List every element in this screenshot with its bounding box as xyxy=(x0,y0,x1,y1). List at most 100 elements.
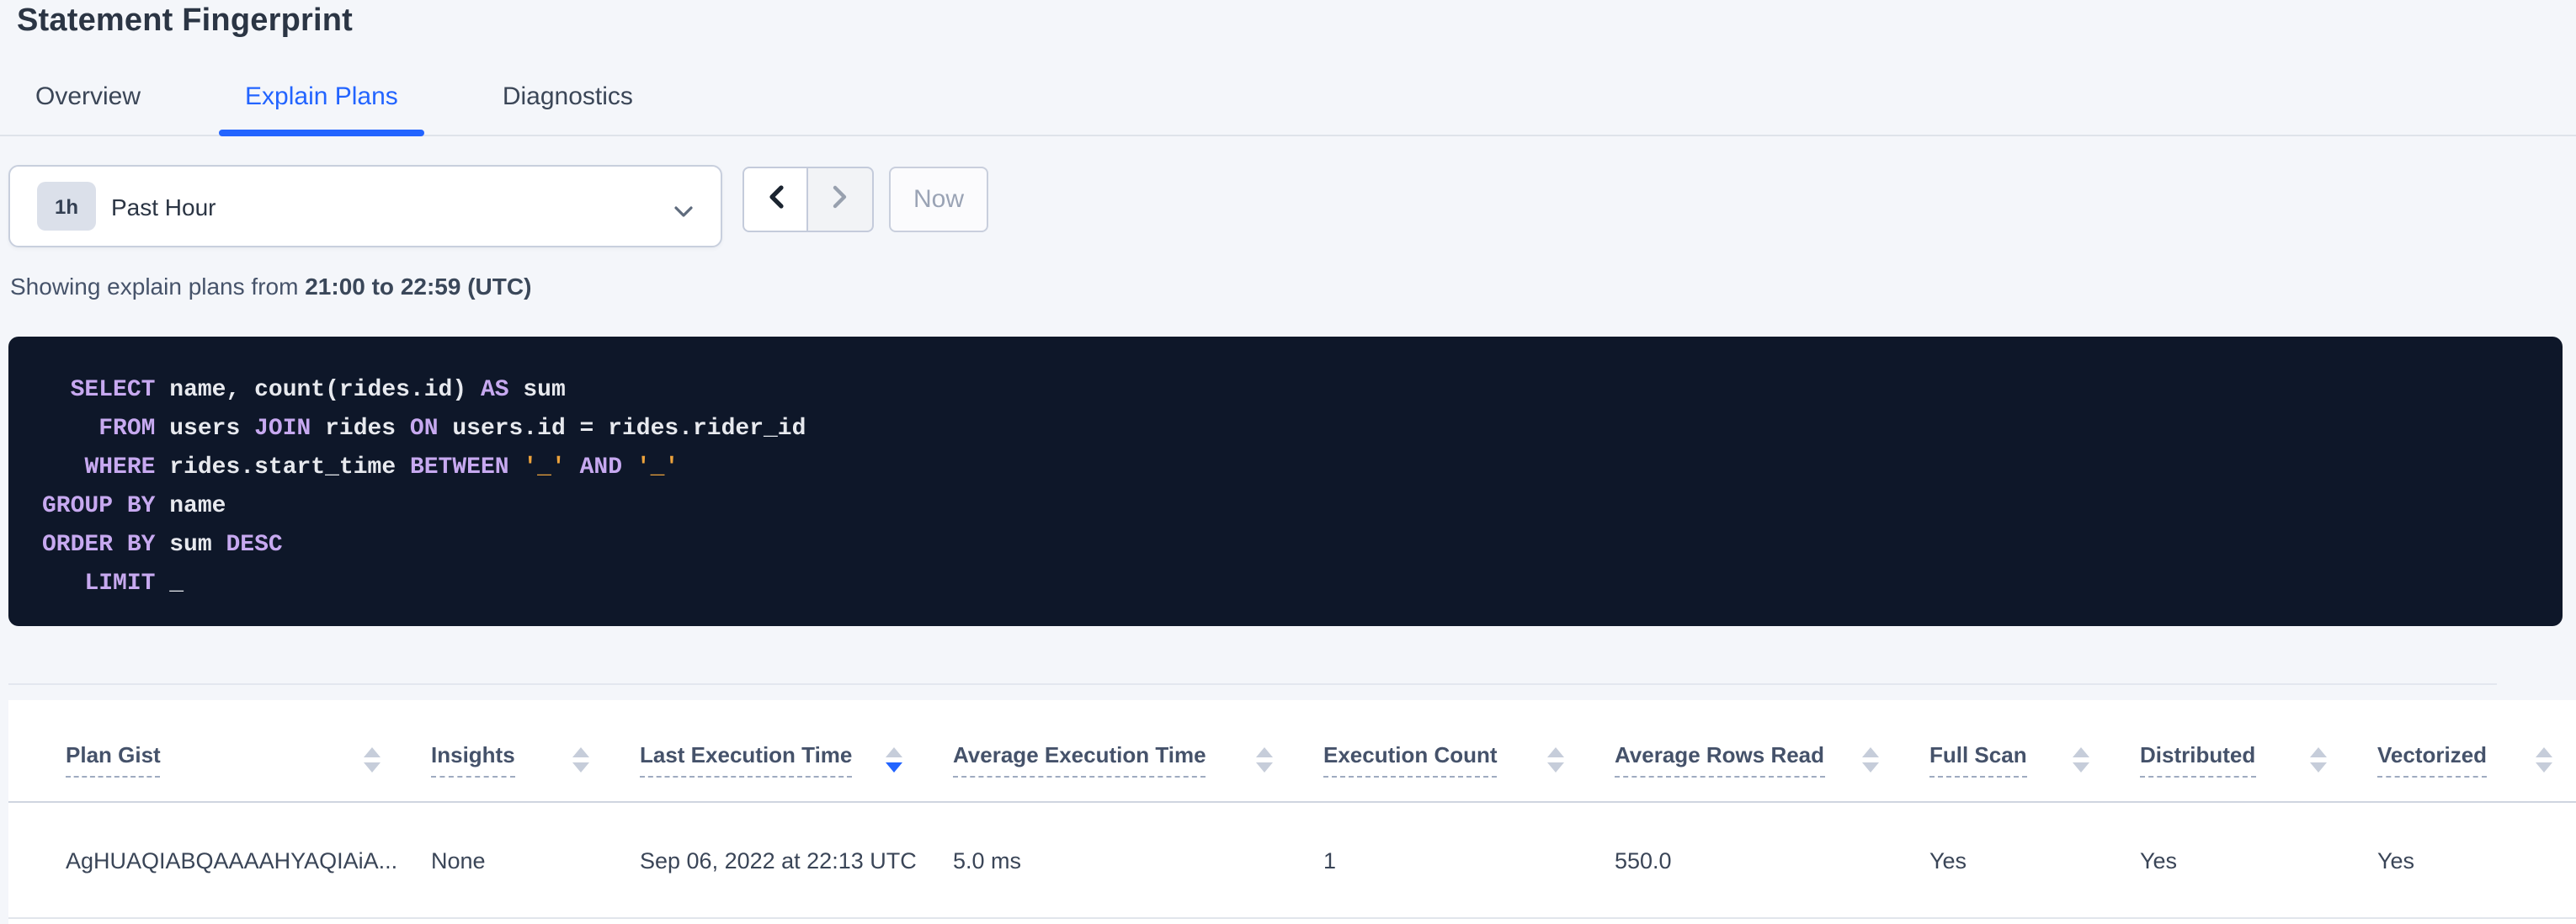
cell-average-rows-read: 550.0 xyxy=(1615,802,1929,918)
sql-text xyxy=(42,377,71,404)
sql-keyword: AS xyxy=(481,377,509,404)
plans-table-body: AgHUAQIABQAAAAHYAQIAiA...NoneSep 06, 202… xyxy=(8,802,2576,918)
column-header-content: Execution Count xyxy=(1323,741,1615,777)
sql-line: WHERE rides.start_time BETWEEN '_' AND '… xyxy=(42,449,2529,488)
tab-explain-plans[interactable]: Explain Plans xyxy=(218,79,425,135)
sql-keyword: LIMIT xyxy=(84,571,155,597)
sql-text: name, count(rides.id) xyxy=(155,377,480,404)
sort-desc-icon xyxy=(2310,762,2327,772)
sort-asc-icon xyxy=(2310,746,2327,757)
plans-table-header-row: Plan Gist InsightsLast Execution Time Aver… xyxy=(8,700,2576,802)
sort-desc-icon xyxy=(1862,762,1879,772)
cell-plan-gist[interactable]: AgHUAQIABQAAAAHYAQIAiA... xyxy=(8,802,431,918)
column-header-average-execution-time[interactable]: Average Execution Time xyxy=(953,700,1323,802)
column-header-distributed[interactable]: Distributed xyxy=(2140,700,2377,802)
sql-literal: '_' xyxy=(523,454,565,481)
tab-label: Diagnostics xyxy=(503,82,633,111)
column-label: Plan Gist xyxy=(66,741,161,777)
column-header-content: Plan Gist xyxy=(66,741,431,777)
cell-execution-count: 1 xyxy=(1323,802,1615,918)
column-header-plan-gist[interactable]: Plan Gist xyxy=(8,700,431,802)
prev-range-button[interactable] xyxy=(742,167,808,232)
page-title: Statement Fingerprint xyxy=(17,3,353,40)
sort-desc-icon xyxy=(2536,762,2552,772)
active-tab-underline xyxy=(218,130,425,136)
sort-desc-icon xyxy=(886,762,902,772)
column-label: Last Execution Time xyxy=(640,741,852,777)
sort-asc-icon xyxy=(1547,746,1564,757)
sort-icons[interactable] xyxy=(364,746,381,772)
column-header-content: Distributed xyxy=(2140,741,2377,777)
next-range-button[interactable] xyxy=(808,167,874,232)
sort-asc-icon xyxy=(1862,746,1879,757)
sort-asc-icon xyxy=(1256,746,1273,757)
column-header-average-rows-read[interactable]: Average Rows Read xyxy=(1615,700,1929,802)
sort-desc-icon xyxy=(364,762,381,772)
time-range-badge: 1h xyxy=(37,182,96,231)
sort-icons[interactable] xyxy=(2310,746,2327,772)
tab-overview[interactable]: Overview xyxy=(8,79,168,135)
column-header-full-scan[interactable]: Full Scan xyxy=(1929,700,2140,802)
sql-text xyxy=(509,454,524,481)
column-header-insights[interactable]: Insights xyxy=(431,700,640,802)
cell-full-scan: Yes xyxy=(1929,802,2140,918)
column-label: Vectorized xyxy=(2377,741,2487,777)
tab-bar: Overview Explain Plans Diagnostics xyxy=(0,79,2576,136)
cell-distributed: Yes xyxy=(2140,802,2377,918)
sql-keyword: GROUP BY xyxy=(42,493,155,520)
sql-keyword: SELECT xyxy=(71,377,156,404)
sort-asc-icon xyxy=(2536,746,2552,757)
sql-text: users xyxy=(155,416,254,443)
sort-icons[interactable] xyxy=(1547,746,1564,772)
tab-label: Overview xyxy=(35,82,141,111)
column-header-execution-count[interactable]: Execution Count xyxy=(1323,700,1615,802)
sort-asc-icon xyxy=(572,746,589,757)
column-label: Average Execution Time xyxy=(953,741,1206,777)
sql-text: _ xyxy=(155,571,184,597)
column-label: Average Rows Read xyxy=(1615,741,1824,777)
sql-text: users.id = rides.rider_id xyxy=(439,416,806,443)
sql-text: sum xyxy=(509,377,566,404)
sort-icons[interactable] xyxy=(2536,746,2552,772)
sort-icons[interactable] xyxy=(886,746,902,772)
cell-last-execution-time: Sep 06, 2022 at 22:13 UTC xyxy=(640,802,953,918)
sort-asc-icon xyxy=(364,746,381,757)
sql-line: SELECT name, count(rides.id) AS sum xyxy=(42,372,2529,411)
cell-average-execution-time: 5.0 ms xyxy=(953,802,1323,918)
column-header-vectorized[interactable]: Vectorized xyxy=(2377,700,2576,802)
column-header-content: Last Execution Time xyxy=(640,741,953,777)
sql-line: FROM users JOIN rides ON users.id = ride… xyxy=(42,411,2529,449)
column-label: Full Scan xyxy=(1929,741,2027,777)
sql-statement-box: SELECT name, count(rides.id) AS sum FROM… xyxy=(8,337,2563,626)
sort-icons[interactable] xyxy=(572,746,589,772)
sql-text: name xyxy=(155,493,226,520)
sql-keyword: ON xyxy=(410,416,439,443)
sort-desc-icon xyxy=(2073,762,2089,772)
sort-icons[interactable] xyxy=(1256,746,1273,772)
summary-prefix: Showing explain plans from xyxy=(10,273,305,300)
column-header-content: Average Execution Time xyxy=(953,741,1323,777)
now-button[interactable]: Now xyxy=(889,167,988,232)
time-range-select[interactable]: 1h Past Hour xyxy=(8,165,722,247)
sort-icons[interactable] xyxy=(2073,746,2089,772)
sql-keyword: JOIN xyxy=(254,416,311,443)
sql-keyword: AND xyxy=(580,454,622,481)
sql-keyword: ORDER BY xyxy=(42,532,155,559)
sort-asc-icon xyxy=(2073,746,2089,757)
sort-icons[interactable] xyxy=(1862,746,1879,772)
sql-line: ORDER BY sum DESC xyxy=(42,527,2529,566)
statement-fingerprint-page: Statement Fingerprint Overview Explain Pl… xyxy=(0,0,2576,924)
sql-text: rides.start_time xyxy=(155,454,409,481)
sql-text xyxy=(42,454,84,481)
column-header-content: Vectorized xyxy=(2377,741,2576,777)
section-divider xyxy=(8,683,2497,685)
sql-line: GROUP BY name xyxy=(42,488,2529,527)
cell-insights: None xyxy=(431,802,640,918)
tab-label: Explain Plans xyxy=(245,82,398,111)
column-label: Execution Count xyxy=(1323,741,1498,777)
sql-line: LIMIT _ xyxy=(42,566,2529,604)
tab-diagnostics[interactable]: Diagnostics xyxy=(476,79,660,135)
column-header-last-execution-time[interactable]: Last Execution Time xyxy=(640,700,953,802)
column-header-content: Average Rows Read xyxy=(1615,741,1929,777)
chevron-right-icon xyxy=(830,183,850,215)
